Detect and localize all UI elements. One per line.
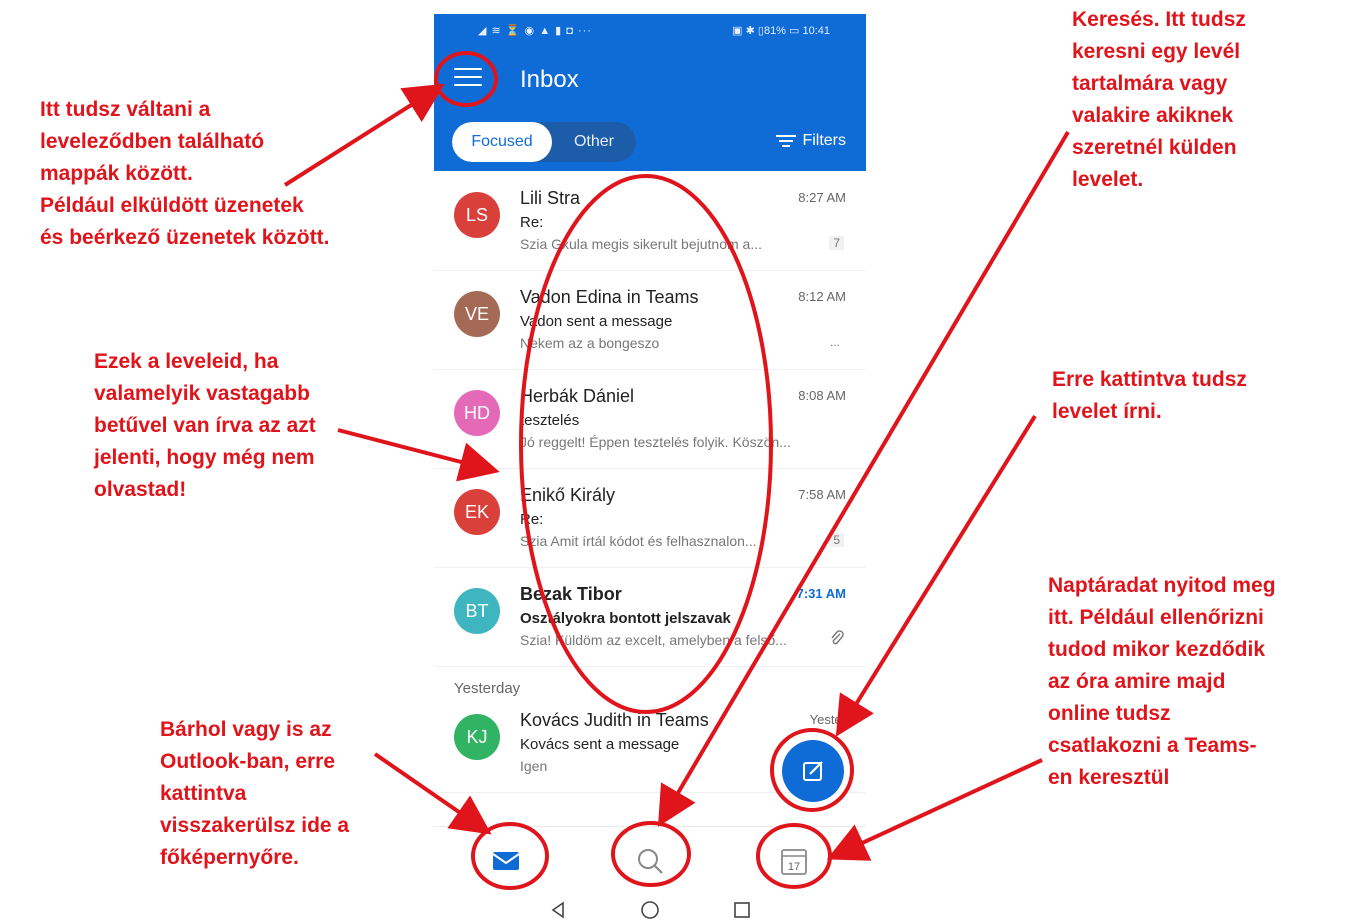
arrow-to-compose [835, 414, 1037, 737]
calendar-nav-highlight-circle [756, 823, 832, 889]
mail-nav-highlight-circle [471, 822, 549, 890]
annotation-search: Keresés. Itt tudsz keresni egy levél tarta… [1072, 8, 1246, 191]
annotation-calendar: Naptáradat nyitod meg itt. Például ellenő… [1048, 574, 1276, 789]
arrow-to-mails [337, 428, 500, 482]
annotation-mails: Ezek a leveleid, ha valamelyik vastagabb b… [94, 350, 316, 501]
arrow-to-calendar [826, 758, 1043, 861]
compose-highlight-circle [770, 728, 854, 812]
search-nav-highlight-circle [611, 821, 691, 887]
arrow-to-mail-nav [373, 752, 492, 835]
annotation-home: Bárhol vagy is az Outlook-ban, erre kattin… [160, 718, 350, 869]
menu-highlight-circle [434, 51, 498, 107]
annotation-compose: Erre kattintva tudsz levelet írni. [1052, 368, 1247, 423]
mail-list-highlight-ellipse [519, 174, 773, 714]
annotation-folders: Itt tudsz váltani a leveleződben találhat… [40, 98, 330, 249]
